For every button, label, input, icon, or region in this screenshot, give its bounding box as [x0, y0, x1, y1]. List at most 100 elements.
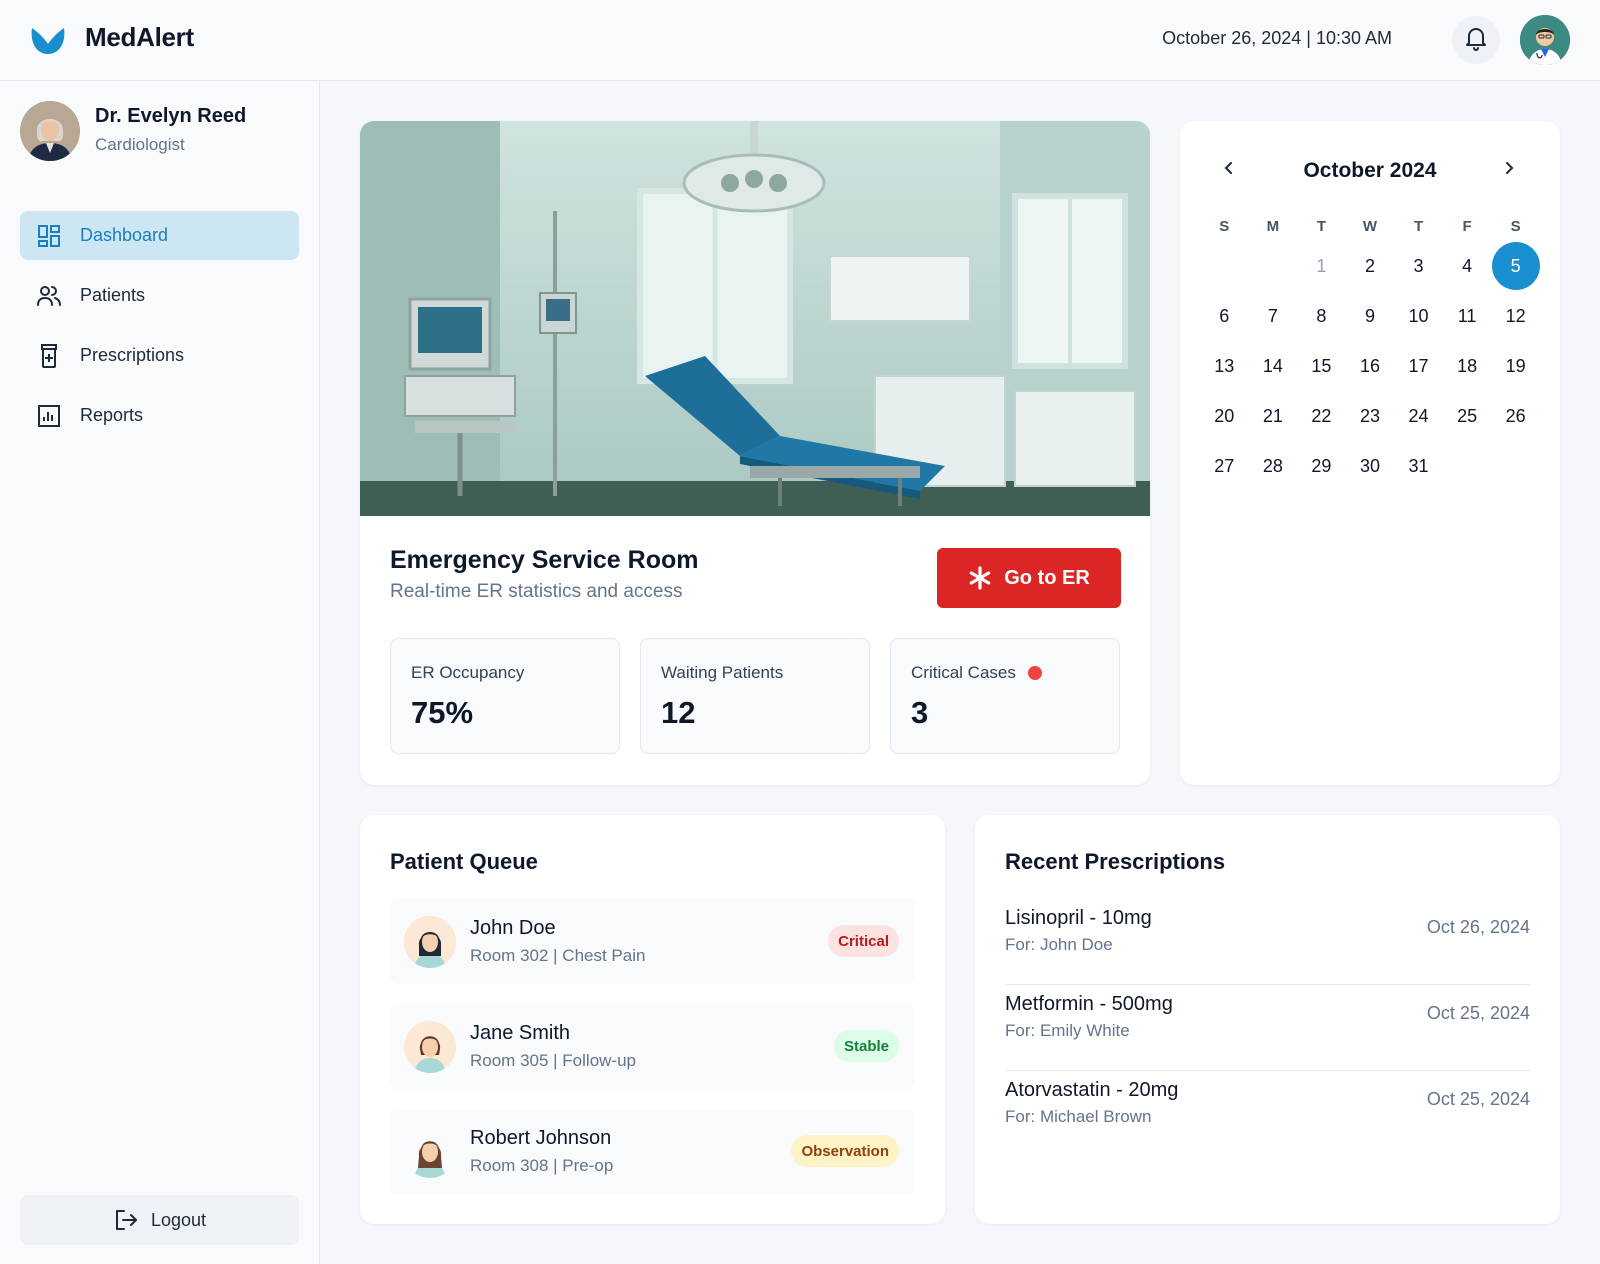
- er-room-image: [360, 121, 1150, 516]
- profile-role: Cardiologist: [95, 135, 185, 154]
- profile-name: Dr. Evelyn Reed: [95, 105, 247, 127]
- patient-avatar: [404, 916, 456, 968]
- calendar-day[interactable]: 15: [1297, 341, 1346, 391]
- stat-label-row: Critical Cases: [911, 663, 1042, 683]
- top-bar: MedAlert October 26, 2024 | 10:30 AM: [0, 0, 1600, 81]
- stat-er-occupancy: ER Occupancy 75%: [390, 638, 620, 754]
- prescription-item[interactable]: Lisinopril - 10mg For: John Doe Oct 26, …: [1005, 899, 1530, 985]
- sidebar-nav: Dashboard Patients Prescriptions Reports: [20, 211, 299, 451]
- go-to-er-label: Go to ER: [1004, 566, 1090, 589]
- calendar-day[interactable]: 10: [1394, 291, 1443, 341]
- calendar-day[interactable]: 25: [1443, 391, 1492, 441]
- calendar-day[interactable]: 14: [1249, 341, 1298, 391]
- calendar-day[interactable]: 30: [1346, 441, 1395, 491]
- er-card: Emergency Service Room Real-time ER stat…: [360, 121, 1150, 785]
- calendar-day[interactable]: 1: [1297, 241, 1346, 291]
- stat-label: Critical Cases: [911, 663, 1016, 682]
- logout-button[interactable]: Logout: [20, 1195, 299, 1245]
- sidebar-item-dashboard[interactable]: Dashboard: [20, 211, 299, 260]
- calendar-day[interactable]: 24: [1394, 391, 1443, 441]
- patient-queue-list: John Doe Room 302 | Chest Pain Critical …: [390, 899, 915, 1214]
- selected-day-label: 5: [1491, 242, 1540, 290]
- pill-bottle-icon: [36, 343, 62, 369]
- prescription-patient: For: John Doe: [1005, 935, 1113, 954]
- calendar-day[interactable]: 3: [1394, 241, 1443, 291]
- calendar-day[interactable]: 8: [1297, 291, 1346, 341]
- bell-icon: [1464, 25, 1488, 56]
- calendar-next-button[interactable]: [1496, 157, 1522, 183]
- calendar-empty-cell: [1443, 441, 1492, 491]
- calendar-day[interactable]: 21: [1249, 391, 1298, 441]
- patient-avatar: [404, 1021, 456, 1073]
- calendar-day[interactable]: 4: [1443, 241, 1492, 291]
- calendar-day[interactable]: 22: [1297, 391, 1346, 441]
- weekday-label: S: [1510, 217, 1521, 235]
- calendar-week-row: 27 28 29 30 31: [1200, 441, 1540, 491]
- calendar-day[interactable]: 11: [1443, 291, 1492, 341]
- prescription-name: Lisinopril - 10mg: [1005, 907, 1152, 929]
- patient-queue-item[interactable]: Jane Smith Room 305 | Follow-up Stable: [390, 1004, 915, 1089]
- calendar-day[interactable]: 6: [1200, 291, 1249, 341]
- patient-queue-item[interactable]: John Doe Room 302 | Chest Pain Critical: [390, 899, 915, 984]
- calendar-day[interactable]: 28: [1249, 441, 1298, 491]
- stat-label: ER Occupancy: [411, 663, 525, 682]
- calendar-day[interactable]: 9: [1346, 291, 1395, 341]
- stat-value: 3: [911, 695, 929, 730]
- calendar-day[interactable]: 26: [1491, 391, 1540, 441]
- calendar-day[interactable]: 19: [1491, 341, 1540, 391]
- calendar-week-row: 20 21 22 23 24 25 26: [1200, 391, 1540, 441]
- critical-indicator-dot: [1027, 666, 1042, 680]
- calendar-day[interactable]: 23: [1346, 391, 1395, 441]
- calendar-day[interactable]: 17: [1394, 341, 1443, 391]
- stat-value: 75%: [411, 695, 474, 730]
- patient-detail: Room 308 | Pre-op: [470, 1156, 614, 1175]
- calendar-day[interactable]: 7: [1249, 291, 1298, 341]
- weekday-label: W: [1362, 217, 1378, 235]
- sidebar-item-label: Prescriptions: [80, 345, 185, 365]
- sidebar-item-prescriptions[interactable]: Prescriptions: [20, 331, 299, 380]
- prescription-patient: For: Emily White: [1005, 1021, 1130, 1040]
- notifications-button[interactable]: [1452, 16, 1500, 64]
- stat-critical-cases: Critical Cases 3: [890, 638, 1120, 754]
- patient-detail: Room 302 | Chest Pain: [470, 946, 646, 965]
- calendar-day[interactable]: 27: [1200, 441, 1249, 491]
- calendar-day[interactable]: 2: [1346, 241, 1395, 291]
- calendar-day[interactable]: 16: [1346, 341, 1395, 391]
- prescription-patient: For: Michael Brown: [1005, 1107, 1152, 1126]
- calendar-day[interactable]: 31: [1394, 441, 1443, 491]
- prescription-name: Metformin - 500mg: [1005, 993, 1173, 1015]
- calendar-week-row: 13 14 15 16 17 18 19: [1200, 341, 1540, 391]
- patient-queue-item[interactable]: Robert Johnson Room 308 | Pre-op Observa…: [390, 1109, 915, 1194]
- prescription-item[interactable]: Atorvastatin - 20mg For: Michael Brown O…: [1005, 1071, 1530, 1157]
- patient-name: John Doe: [470, 917, 556, 939]
- status-badge: Observation: [791, 1135, 899, 1167]
- calendar-day[interactable]: 12: [1491, 291, 1540, 341]
- recent-prescriptions-card: Recent Prescriptions Lisinopril - 10mg F…: [975, 815, 1560, 1224]
- users-icon: [36, 283, 62, 309]
- er-subtitle: Real-time ER statistics and access: [390, 581, 683, 602]
- calendar-day-selected[interactable]: 5: [1491, 241, 1540, 291]
- status-badge: Stable: [833, 1030, 899, 1062]
- weekday-label: M: [1266, 217, 1280, 235]
- calendar-day[interactable]: 13: [1200, 341, 1249, 391]
- calendar-day[interactable]: 29: [1297, 441, 1346, 491]
- prescription-item[interactable]: Metformin - 500mg For: Emily White Oct 2…: [1005, 985, 1530, 1071]
- calendar-day[interactable]: 20: [1200, 391, 1249, 441]
- sidebar: Dr. Evelyn Reed Cardiologist Dashboard P…: [0, 81, 320, 1264]
- sidebar-item-patients[interactable]: Patients: [20, 271, 299, 320]
- calendar-day[interactable]: 18: [1443, 341, 1492, 391]
- prescriptions-list: Lisinopril - 10mg For: John Doe Oct 26, …: [1005, 899, 1530, 1157]
- calendar-week-row: 1 2 3 4 5: [1200, 241, 1540, 291]
- prescription-date: Oct 26, 2024: [1426, 917, 1530, 937]
- weekday-label: T: [1413, 217, 1424, 235]
- user-avatar[interactable]: [1520, 15, 1570, 65]
- sidebar-item-reports[interactable]: Reports: [20, 391, 299, 440]
- asterisk-icon: [968, 566, 992, 590]
- profile-avatar: [20, 101, 80, 161]
- brand-name: MedAlert: [85, 22, 194, 52]
- calendar-empty-cell: [1249, 241, 1298, 291]
- go-to-er-button[interactable]: Go to ER: [937, 548, 1121, 608]
- current-datetime: October 26, 2024 | 10:30 AM: [1162, 28, 1392, 48]
- patient-name: Jane Smith: [470, 1022, 571, 1044]
- logo-icon: [28, 22, 68, 58]
